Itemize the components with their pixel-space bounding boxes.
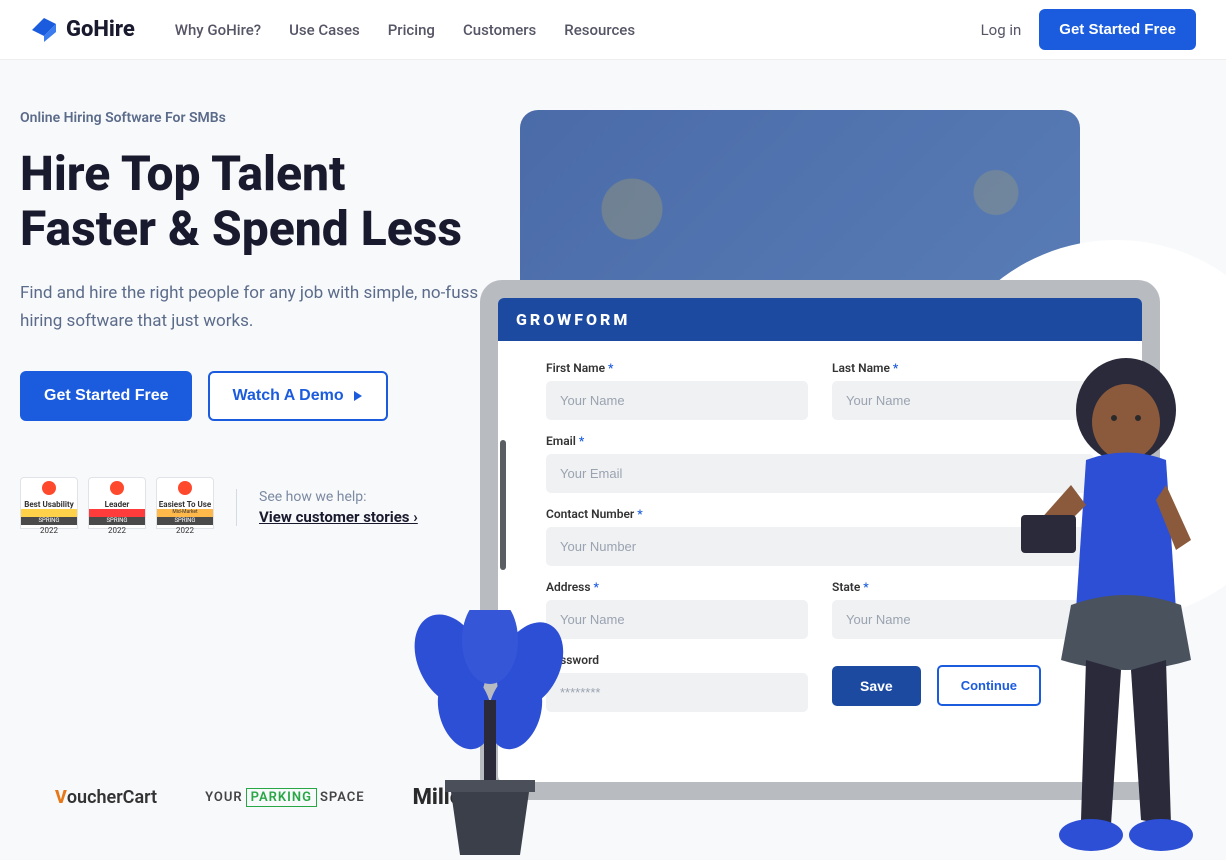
tablet-scrollbar[interactable]	[500, 440, 506, 570]
nav-why[interactable]: Why GoHire?	[175, 21, 261, 39]
form-brand: GROWFORM	[498, 298, 1142, 341]
customer-stories-link[interactable]: View customer stories ›	[259, 508, 418, 526]
social-proof-label: See how we help:	[259, 489, 418, 505]
main-nav: Why GoHire? Use Cases Pricing Customers …	[175, 21, 635, 39]
get-started-button[interactable]: Get Started Free	[20, 371, 192, 421]
logo-text: GoHire	[66, 17, 135, 42]
hero-title: Hire Top Talent Faster & Spend Less	[20, 146, 480, 256]
hero-cta-row: Get Started Free Watch A Demo	[20, 371, 480, 421]
hero-subtitle: Find and hire the right people for any j…	[20, 280, 480, 334]
header-actions: Log in Get Started Free	[981, 9, 1196, 50]
site-header: GoHire Why GoHire? Use Cases Pricing Cus…	[0, 0, 1226, 60]
logo-yourparkingspace: YOURPARKINGSPACE	[205, 790, 365, 805]
social-proof: Best UsabilitySPRING2022 LeaderSPRING202…	[20, 477, 480, 539]
header-cta-button[interactable]: Get Started Free	[1039, 9, 1196, 50]
nav-pricing[interactable]: Pricing	[388, 21, 435, 39]
watch-demo-button[interactable]: Watch A Demo	[208, 371, 387, 421]
first-name-input[interactable]	[546, 381, 808, 420]
badge-easiest: Easiest To UseMid-MarketSPRING2022	[156, 477, 214, 539]
badge-usability: Best UsabilitySPRING2022	[20, 477, 78, 539]
email-label: Email *	[546, 434, 1094, 448]
email-input[interactable]	[546, 454, 1094, 493]
hero-eyebrow: Online Hiring Software For SMBs	[20, 110, 480, 126]
login-link[interactable]: Log in	[981, 21, 1022, 39]
badge-leader: LeaderSPRING2022	[88, 477, 146, 539]
nav-resources[interactable]: Resources	[564, 21, 635, 39]
logo[interactable]: GoHire	[30, 16, 135, 44]
nav-customers[interactable]: Customers	[463, 21, 536, 39]
logo-icon	[30, 16, 58, 44]
nav-use-cases[interactable]: Use Cases	[289, 21, 360, 39]
person-illustration	[1016, 350, 1226, 860]
save-button[interactable]: Save	[832, 666, 921, 706]
contact-input[interactable]	[546, 527, 1094, 566]
plant-illustration	[390, 610, 590, 860]
contact-label: Contact Number *	[546, 507, 1094, 521]
play-icon	[352, 390, 364, 402]
logo-vouchercart: VoucherCart	[55, 787, 157, 808]
watch-demo-label: Watch A Demo	[232, 387, 343, 405]
first-name-label: First Name *	[546, 361, 808, 375]
award-badges: Best UsabilitySPRING2022 LeaderSPRING202…	[20, 477, 214, 539]
address-label: Address *	[546, 580, 808, 594]
